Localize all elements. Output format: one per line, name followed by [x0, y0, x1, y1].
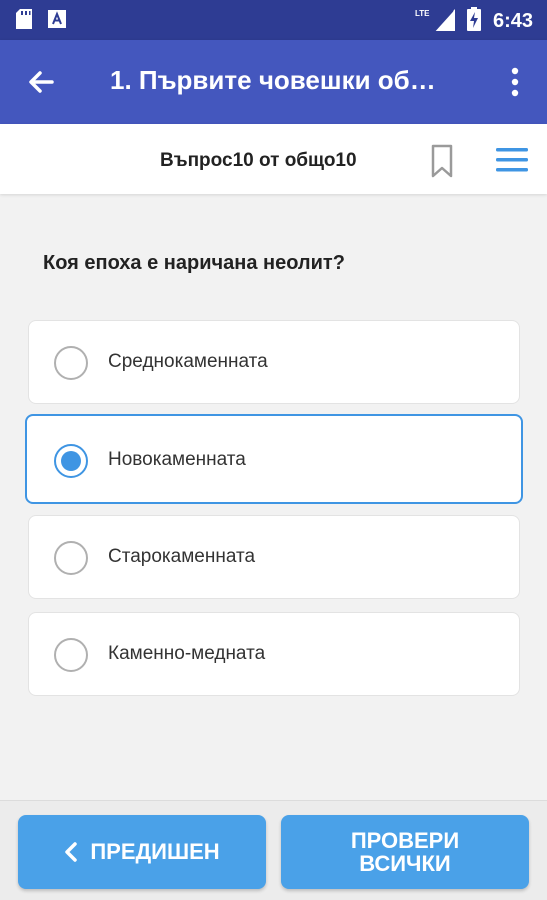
answer-option-label: Старокаменната — [108, 546, 256, 567]
question-text: Коя епоха е наричана неолит? — [43, 252, 345, 274]
radio-button-unchecked[interactable] — [54, 541, 88, 575]
bookmark-button[interactable] — [428, 143, 456, 179]
radio-button-checked[interactable] — [54, 444, 88, 478]
answer-option-label: Каменно-медната — [108, 643, 266, 664]
back-button[interactable] — [22, 62, 62, 102]
battery-charging-icon — [466, 7, 481, 36]
question-progress-bar: Въпрос10 от общо10 — [0, 124, 547, 194]
previous-button-label: ПРЕДИШЕН — [90, 839, 220, 865]
hamburger-menu-icon — [494, 148, 530, 180]
svg-text:LTE: LTE — [415, 9, 430, 18]
lte-signal-icon: LTE — [415, 7, 455, 36]
app-notification-icon — [48, 10, 66, 33]
answer-option-1[interactable]: Среднокаменната — [28, 320, 520, 404]
answer-option-label: Новокаменната — [108, 449, 246, 470]
radio-dot-icon — [61, 451, 81, 471]
answer-option-label: Среднокаменната — [108, 351, 268, 372]
page-title: 1. Първите човешки об… — [110, 65, 436, 95]
answer-option-4[interactable]: Каменно-медната — [28, 612, 520, 696]
app-bar: 1. Първите човешки об… — [0, 40, 547, 124]
overflow-menu-button[interactable] — [503, 64, 527, 100]
radio-button-unchecked[interactable] — [54, 638, 88, 672]
bottom-action-bar: ПРЕДИШЕН ПРОВЕРИ ВСИЧКИ — [0, 800, 547, 900]
check-all-button-label: ПРОВЕРИ ВСИЧКИ — [350, 827, 460, 876]
check-all-button[interactable]: ПРОВЕРИ ВСИЧКИ — [281, 815, 529, 889]
answer-option-2[interactable]: Новокаменната — [25, 414, 523, 504]
answer-option-3[interactable]: Старокаменната — [28, 515, 520, 599]
previous-button[interactable]: ПРЕДИШЕН — [18, 815, 266, 889]
sd-card-icon — [16, 9, 32, 34]
question-list-button[interactable] — [494, 144, 530, 176]
question-counter: Въпрос10 от общо10 — [160, 150, 357, 171]
arrow-left-icon — [22, 71, 62, 106]
status-bar: LTE 6:43 — [0, 0, 547, 40]
radio-button-unchecked[interactable] — [54, 346, 88, 380]
clock: 6:43 — [492, 10, 533, 32]
chevron-left-icon — [64, 841, 78, 863]
more-vert-icon — [503, 67, 527, 104]
bookmark-outline-icon — [428, 144, 456, 183]
